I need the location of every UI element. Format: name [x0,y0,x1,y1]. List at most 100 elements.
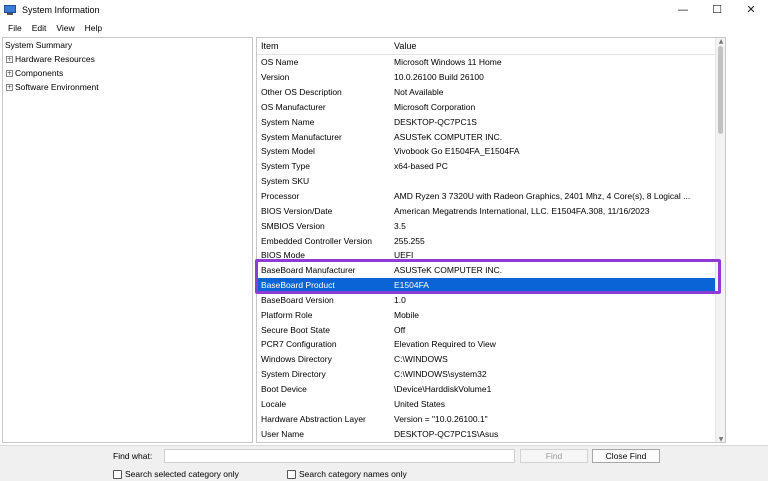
row-value: Microsoft Windows 11 Home [394,57,502,68]
find-button[interactable]: Find [520,449,588,463]
row-value: Not Available [394,87,444,98]
table-row[interactable]: BaseBoard Product E1504FA [257,277,725,293]
menu-bar: File Edit View Help [0,19,768,36]
table-row[interactable]: Platform Role Mobile [257,307,725,322]
row-item: System Name [261,116,315,127]
tree-item-label: System Summary [5,40,73,50]
row-item: Windows Directory [261,354,332,365]
vertical-scrollbar[interactable]: ▲ ▼ [715,38,725,442]
scroll-up-icon[interactable]: ▲ [716,38,725,46]
table-row[interactable]: Secure Boot State Off [257,322,725,337]
row-item: OS Manufacturer [261,101,326,112]
row-item: System Model [261,146,315,157]
table-row[interactable]: System Type x64-based PC [257,159,725,174]
table-row[interactable]: BaseBoard Version 1.0 [257,293,725,308]
close-find-button[interactable]: Close Find [592,449,660,463]
table-row[interactable]: System Model Vivobook Go E1504FA_E1504FA [257,144,725,159]
scroll-down-icon[interactable]: ▼ [716,436,725,442]
row-value: Microsoft Corporation [394,101,476,112]
table-row[interactable]: Hardware Abstraction Layer Version = "10.… [257,411,725,426]
tree-item-hardware-resources[interactable]: + Hardware Resources [3,52,252,66]
column-header-value[interactable]: Value [394,41,725,51]
row-value: \Device\HarddiskVolume1 [394,383,492,394]
search-selected-category-option[interactable]: Search selected category only [113,469,239,479]
row-item: Version [261,72,290,83]
row-value: AMD Ryzen 3 7320U with Radeon Graphics, … [394,191,691,202]
row-value: Elevation Required to View [394,339,496,350]
row-item: BIOS Mode [261,250,305,261]
row-item: System Manufacturer [261,131,342,142]
find-label: Find what: [113,451,153,461]
maximize-button[interactable]: ☐ [700,0,734,19]
system-information-icon [4,4,16,16]
row-item: SMBIOS Version [261,220,325,231]
table-row[interactable]: System Directory C:\WINDOWS\system32 [257,367,725,382]
row-item: BaseBoard Manufacturer [261,265,356,276]
tree-item-label: Hardware Resources [15,54,95,64]
row-value: x64-based PC [394,161,448,172]
close-button[interactable]: ✕ [734,0,768,19]
table-row[interactable]: Processor AMD Ryzen 3 7320U with Radeon G… [257,189,725,204]
row-value: C:\WINDOWS\system32 [394,369,487,380]
table-row[interactable]: OS Name Microsoft Windows 11 Home [257,55,725,70]
search-category-names-label: Search category names only [299,469,407,479]
row-item: User Name [261,428,304,439]
list-header: Item Value [257,38,725,55]
find-bar: Find what: Find Close Find Search select… [0,445,768,481]
row-value: 1.0 [394,294,406,305]
details-list[interactable]: Item Value OS Name Microsoft Windows 11 H… [256,37,726,443]
category-tree[interactable]: System Summary + Hardware Resources + Co… [2,37,253,443]
row-item: Embedded Controller Version [261,235,373,246]
tree-item-label: Software Environment [15,82,99,92]
row-value: 10.0.26100 Build 26100 [394,72,484,83]
tree-item-components[interactable]: + Components [3,66,252,80]
search-selected-category-checkbox[interactable] [113,469,122,479]
table-row[interactable]: BaseBoard Manufacturer ASUSTeK COMPUTER I… [257,263,725,278]
row-value: 255.255 [394,235,425,246]
menu-view[interactable]: View [51,23,79,33]
search-category-names-checkbox[interactable] [287,469,296,479]
table-row[interactable]: System Name DESKTOP-QC7PC1S [257,114,725,129]
search-category-names-option[interactable]: Search category names only [287,469,407,479]
menu-file[interactable]: File [3,23,27,33]
column-header-item[interactable]: Item [257,41,394,51]
expand-icon[interactable]: + [6,83,13,91]
scroll-thumb[interactable] [718,46,723,134]
row-item: Processor [261,191,300,202]
menu-help[interactable]: Help [80,23,107,33]
table-row[interactable]: PCR7 Configuration Elevation Required to … [257,337,725,352]
table-row[interactable]: Version 10.0.26100 Build 26100 [257,70,725,85]
row-value: UEFI [394,250,414,261]
table-row[interactable]: BIOS Mode UEFI [257,248,725,263]
find-input[interactable] [164,449,515,463]
table-row[interactable]: Other OS Description Not Available [257,85,725,100]
tree-item-system-summary[interactable]: System Summary [3,38,252,52]
table-row[interactable]: BIOS Version/Date American Megatrends Int… [257,203,725,218]
row-item: BIOS Version/Date [261,205,333,216]
expand-icon[interactable]: + [6,55,13,63]
row-item: Secure Boot State [261,324,330,335]
table-row[interactable]: Embedded Controller Version 255.255 [257,233,725,248]
row-value: E1504FA [394,280,429,291]
row-value: Version = "10.0.26100.1" [394,413,488,424]
row-item: Locale [261,398,287,409]
row-value: Mobile [394,309,420,320]
table-row[interactable]: Windows Directory C:\WINDOWS [257,352,725,367]
row-value: C:\WINDOWS [394,354,448,365]
row-item: BaseBoard Product [261,280,335,291]
table-row[interactable]: SMBIOS Version 3.5 [257,218,725,233]
minimize-button[interactable]: — [666,0,700,19]
title-bar: System Information — ☐ ✕ [0,0,768,19]
table-row[interactable]: OS Manufacturer Microsoft Corporation [257,100,725,115]
row-value: Off [394,324,406,335]
row-value: United States [394,398,446,409]
menu-edit[interactable]: Edit [27,23,52,33]
table-row[interactable]: Boot Device \Device\HarddiskVolume1 [257,382,725,397]
tree-item-software-environment[interactable]: + Software Environment [3,80,252,94]
table-row[interactable]: System Manufacturer ASUSTeK COMPUTER INC. [257,129,725,144]
table-row[interactable]: System SKU [257,174,725,189]
table-row[interactable]: Locale United States [257,396,725,411]
table-row[interactable]: User Name DESKTOP-QC7PC1S\Asus [257,426,725,441]
row-item: System Directory [261,369,326,380]
expand-icon[interactable]: + [6,69,13,77]
